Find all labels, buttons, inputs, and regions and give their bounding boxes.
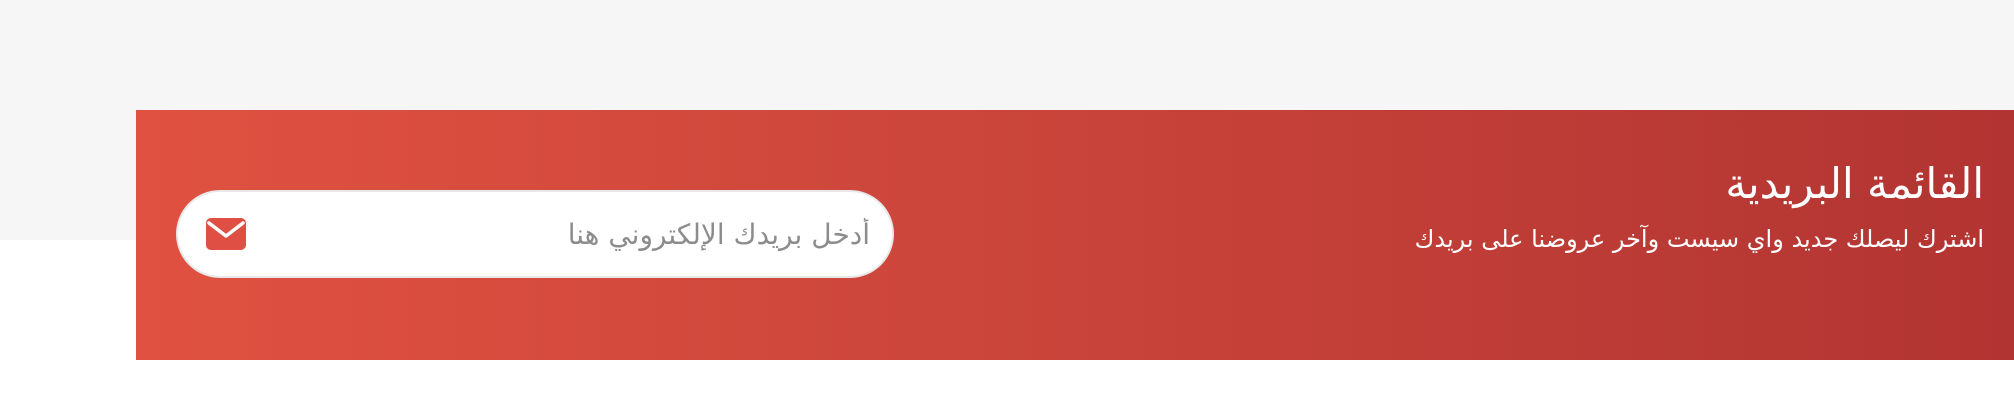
newsletter-title: القائمة البريدية: [1725, 159, 1984, 208]
email-field[interactable]: [310, 192, 870, 276]
subscribe-button[interactable]: [202, 214, 246, 254]
newsletter-text: القائمة البريدية اشترك ليصلك جديد واي سي…: [1415, 158, 1984, 256]
newsletter-banner: القائمة البريدية اشترك ليصلك جديد واي سي…: [136, 110, 2014, 360]
newsletter-subtitle: اشترك ليصلك جديد واي سيست وآخر عروضنا عل…: [1414, 225, 1984, 253]
envelope-icon: [202, 218, 246, 250]
subscribe-form: [176, 190, 894, 278]
